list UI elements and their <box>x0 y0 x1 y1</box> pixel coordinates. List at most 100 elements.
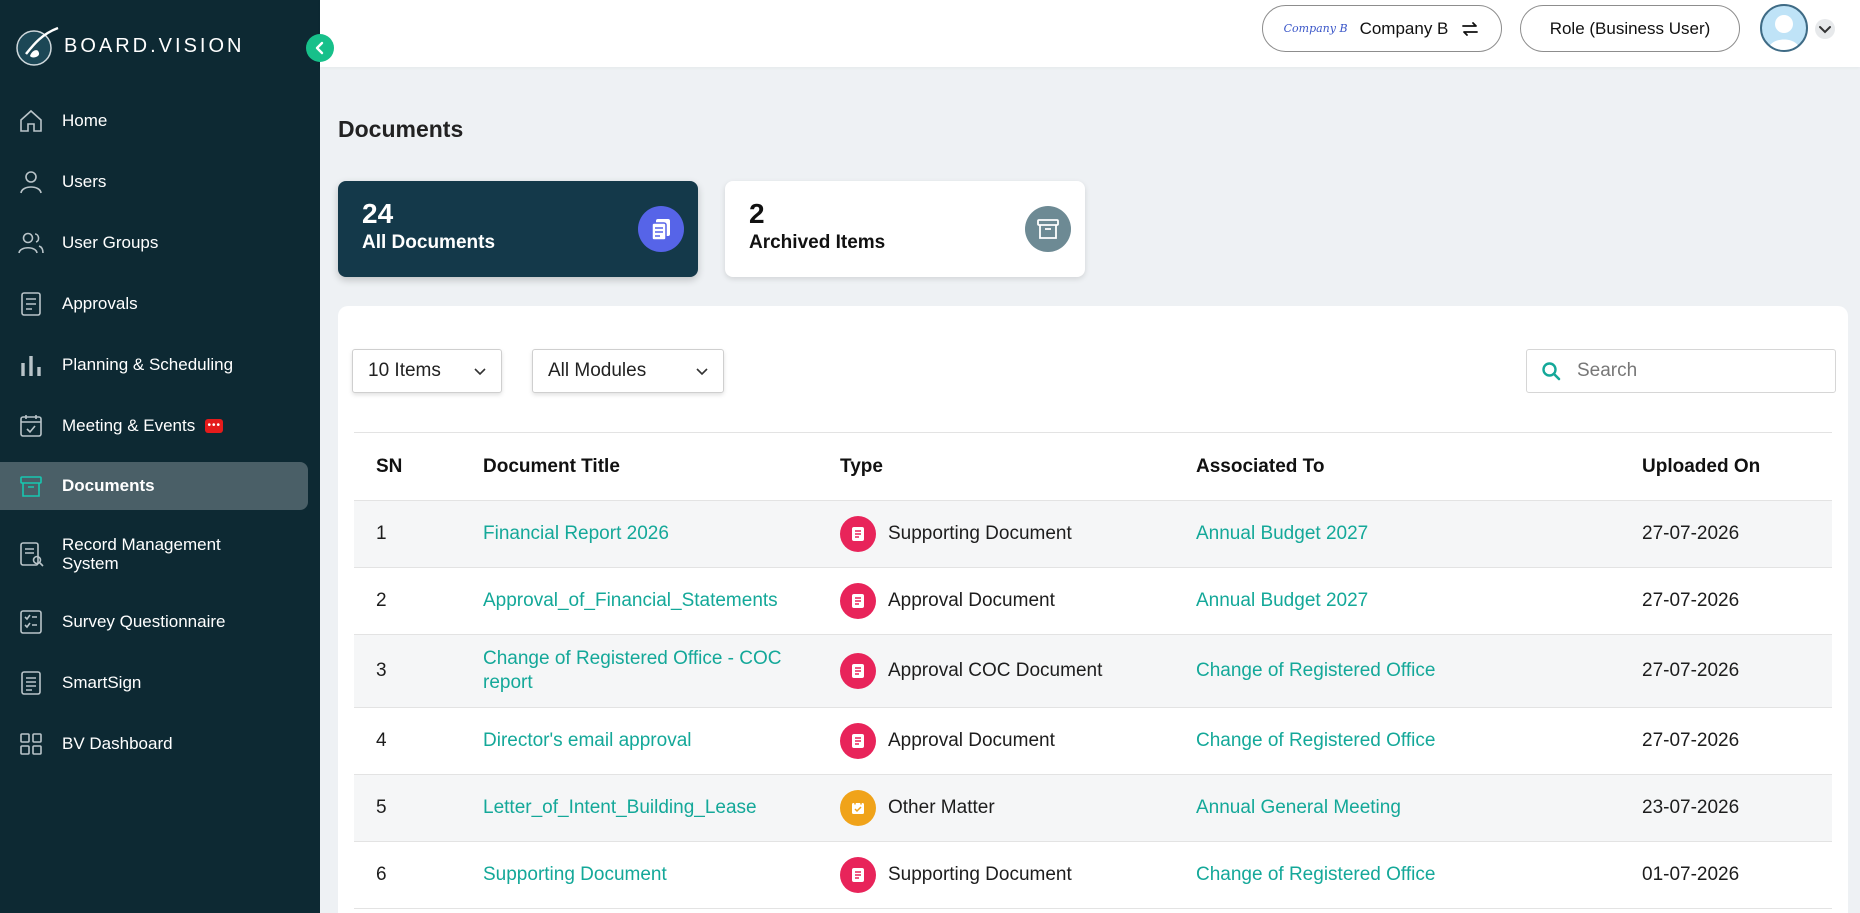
document-title-link[interactable]: Supporting Document <box>483 863 813 887</box>
sidebar-item-label: Home <box>62 110 108 130</box>
board-vision-logo-icon <box>16 26 59 66</box>
row-sn: 4 <box>376 730 387 751</box>
all-documents-count: 24 <box>362 198 394 229</box>
row-sn: 5 <box>376 797 387 818</box>
row-sn: 6 <box>376 864 387 885</box>
user-avatar-icon <box>1768 15 1800 50</box>
column-header-uploaded-on[interactable]: Uploaded On <box>1642 456 1760 478</box>
document-icon <box>840 516 876 552</box>
all-documents-label: All Documents <box>362 232 496 253</box>
record-search-icon <box>16 539 46 569</box>
document-type: Approval Document <box>840 723 1055 759</box>
row-sn: 3 <box>376 660 387 681</box>
sidebar-item-label: Survey Questionnaire <box>62 611 226 631</box>
column-header-title[interactable]: Document Title <box>483 455 813 479</box>
table-row[interactable]: 3 Change of Registered Office - COC repo… <box>354 635 1832 708</box>
avatar[interactable] <box>1760 4 1808 52</box>
sidebar-item-label: Planning & Scheduling <box>62 354 234 374</box>
search-input[interactable] <box>1577 360 1817 382</box>
grid-icon <box>16 729 46 759</box>
document-title-link[interactable]: Change of Registered Office - COC report <box>483 647 813 695</box>
sidebar: BOARD.VISION Home Users User Groups Appr… <box>0 0 334 913</box>
documents-stack-icon <box>638 206 684 252</box>
calendar-check-icon <box>16 411 46 441</box>
sidebar-item-label: Approvals <box>62 293 138 313</box>
sidebar-nav: Home Users User Groups Approvals Plannin… <box>0 90 320 774</box>
uploaded-on-date: 23-07-2026 <box>1642 797 1740 818</box>
table-row[interactable]: 4 Director's email approval Approval Doc… <box>354 708 1832 775</box>
table-row[interactable]: 2 Approval_of_Financial_Statements Appro… <box>354 568 1832 635</box>
role-button[interactable]: Role (Business User) <box>1520 5 1740 52</box>
associated-to-link[interactable]: Annual General Meeting <box>1196 797 1401 819</box>
uploaded-on-date: 27-07-2026 <box>1642 590 1740 611</box>
archive-box-icon <box>1025 206 1071 252</box>
document-title-link[interactable]: Letter_of_Intent_Building_Lease <box>483 796 813 820</box>
sidebar-item-home[interactable]: Home <box>0 90 320 151</box>
sidebar-item-label: BV Dashboard <box>62 733 173 753</box>
document-title-link[interactable]: Director's email approval <box>483 729 813 753</box>
sidebar-item-approvals[interactable]: Approvals <box>0 273 320 334</box>
user-group-icon <box>16 228 46 258</box>
collapse-sidebar-button[interactable] <box>306 34 334 62</box>
table-row[interactable]: 1 Financial Report 2026 Supporting Docum… <box>354 501 1832 568</box>
brand[interactable]: BOARD.VISION <box>12 26 244 66</box>
sidebar-item-survey[interactable]: Survey Questionnaire <box>0 591 320 652</box>
company-logo: Company B <box>1283 22 1348 35</box>
column-header-sn[interactable]: SN <box>376 456 402 478</box>
associated-to-link[interactable]: Change of Registered Office <box>1196 660 1435 682</box>
associated-to-link[interactable]: Annual Budget 2027 <box>1196 590 1368 612</box>
survey-icon <box>16 607 46 637</box>
document-icon <box>16 668 46 698</box>
user-icon <box>16 167 46 197</box>
column-header-associated-to[interactable]: Associated To <box>1196 456 1324 478</box>
associated-to-link[interactable]: Annual Budget 2027 <box>1196 523 1368 545</box>
module-filter-value: All Modules <box>548 360 647 381</box>
company-switcher-button[interactable]: Company B Company B <box>1262 5 1502 52</box>
document-icon <box>840 857 876 893</box>
table-row[interactable]: 5 Letter_of_Intent_Building_Lease Other … <box>354 775 1832 842</box>
sidebar-item-label: Users <box>62 171 107 191</box>
archived-items-card[interactable]: 2 Archived Items <box>725 181 1085 277</box>
column-header-type[interactable]: Type <box>840 456 883 478</box>
archived-items-count: 2 <box>749 198 765 229</box>
chevron-down-icon[interactable] <box>1814 18 1836 40</box>
search-icon <box>1542 362 1561 381</box>
uploaded-on-date: 01-07-2026 <box>1642 864 1740 885</box>
sidebar-item-bv-dashboard[interactable]: BV Dashboard <box>0 713 320 774</box>
document-type-label: Approval COC Document <box>888 660 1103 681</box>
sidebar-item-user-groups[interactable]: User Groups <box>0 212 320 273</box>
sidebar-item-documents[interactable]: Documents <box>0 462 308 510</box>
chevron-down-icon <box>696 368 708 376</box>
table-header-row: SN Document Title Type Associated To Upl… <box>354 433 1832 501</box>
sidebar-item-record-management[interactable]: Record Management System <box>0 517 320 591</box>
swap-icon <box>1462 21 1479 36</box>
search-box <box>1526 349 1836 393</box>
chevron-left-icon <box>315 41 324 55</box>
sidebar-item-label: User Groups <box>62 232 159 252</box>
sidebar-item-smartsign[interactable]: SmartSign <box>0 652 320 713</box>
top-bar: Company B Company B Role (Business User) <box>320 0 1860 67</box>
row-sn: 1 <box>376 523 387 544</box>
role-label: Role (Business User) <box>1549 18 1711 38</box>
sidebar-item-meetings[interactable]: Meeting & Events ••• <box>0 395 320 456</box>
chat-badge-icon: ••• <box>205 418 224 433</box>
chevron-down-icon <box>474 368 486 376</box>
document-title-link[interactable]: Financial Report 2026 <box>483 522 813 546</box>
all-documents-card[interactable]: 24 All Documents <box>338 181 698 277</box>
company-name: Company B <box>1359 18 1449 38</box>
associated-to-link[interactable]: Change of Registered Office <box>1196 864 1435 886</box>
sidebar-item-users[interactable]: Users <box>0 151 320 212</box>
module-filter-select[interactable]: All Modules <box>532 349 724 393</box>
row-sn: 2 <box>376 590 387 611</box>
table-row[interactable]: 6 Supporting Document Supporting Documen… <box>354 842 1832 909</box>
associated-to-link[interactable]: Change of Registered Office <box>1196 730 1435 752</box>
items-per-page-select[interactable]: 10 Items <box>352 349 502 393</box>
sidebar-item-label: Record Management System <box>62 535 221 573</box>
document-type-label: Supporting Document <box>888 523 1072 544</box>
sidebar-item-label: SmartSign <box>62 672 142 692</box>
uploaded-on-date: 27-07-2026 <box>1642 730 1740 751</box>
sidebar-item-label: Documents <box>62 476 155 495</box>
document-title-link[interactable]: Approval_of_Financial_Statements <box>483 589 813 613</box>
calendar-check-icon <box>840 790 876 826</box>
sidebar-item-planning[interactable]: Planning & Scheduling <box>0 334 320 395</box>
